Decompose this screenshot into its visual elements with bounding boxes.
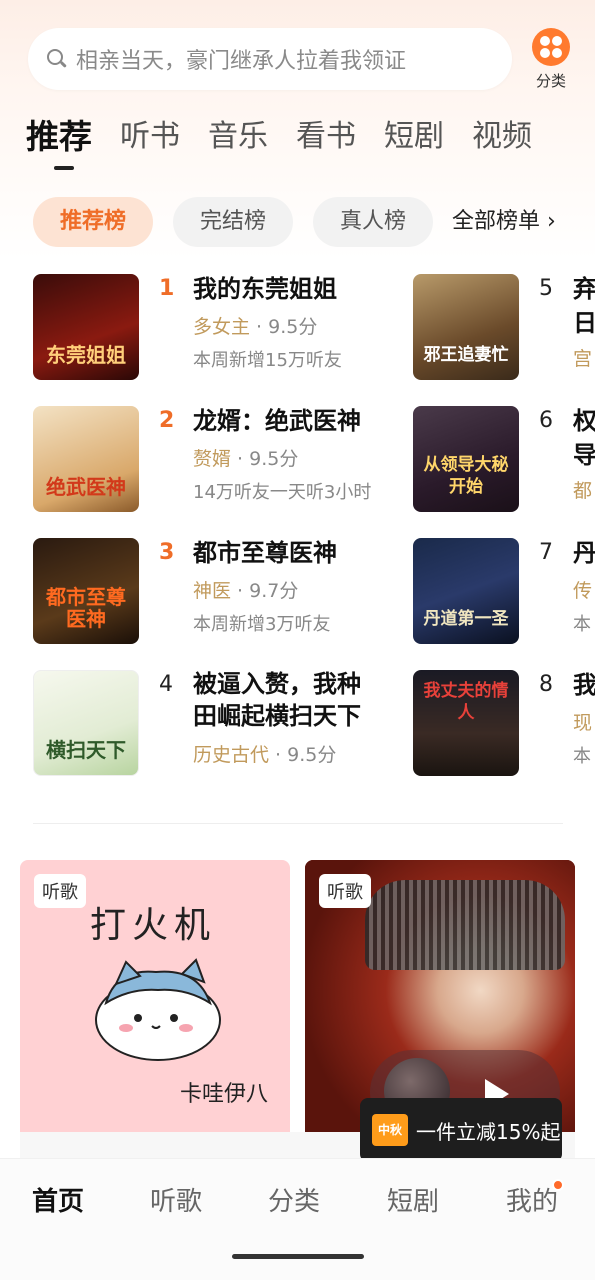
tab-music[interactable]: 音乐 [208,110,268,170]
card-tag: 听歌 [34,874,86,908]
rank-meta: 赘婿 · 9.5分 [193,448,299,470]
book-cover: 从领导大秘开始 [413,406,519,512]
chip-recommend-rank[interactable]: 推荐榜 [33,197,154,247]
promo-badge: 中秋 [372,1114,408,1146]
tab-recommend[interactable]: 推荐 [26,110,92,170]
promo-text: 一件立减15%起 [416,1120,561,1144]
card-author: 卡哇伊八 [179,1082,268,1107]
cartoon-cat-illustration [95,958,221,1061]
chip-completed-rank[interactable]: 完结榜 [173,197,294,247]
rank-meta: 都 [573,480,593,502]
rank-item[interactable]: 从领导大秘开始 6 权 导 都 [413,406,595,512]
rank-title: 丹 [573,539,595,567]
rank-number: 4 [159,672,173,697]
section-divider [33,823,563,824]
headdress-artwork [365,880,565,970]
search-icon [46,48,68,70]
bottom-nav: 首页 听歌 分类 短剧 我的 [0,1158,595,1280]
book-cover: 横扫天下 [33,670,139,776]
chip-real-voice-rank[interactable]: 真人榜 [313,197,434,247]
promo-tooltip[interactable]: 中秋 一件立减15%起 [360,1098,562,1170]
rank-number: 5 [539,276,553,301]
rank-item[interactable]: 绝武医神 2 龙婿：绝武医神 赘婿 · 9.5分 14万听友一天听3小时 [33,406,413,512]
all-rankings-link[interactable]: 全部榜单 › [452,197,556,247]
rank-number: 6 [539,408,553,433]
rank-meta: 现 [573,712,593,734]
card-tag: 听歌 [319,874,371,908]
book-cover: 邪王追妻忙 [413,274,519,380]
song-card[interactable]: 听歌 打火机 卡哇伊八 [20,860,290,1150]
rank-title: 我的东莞姐姐 [193,275,337,303]
nav-songs[interactable]: 听歌 [150,1181,202,1218]
tab-read[interactable]: 看书 [296,110,356,170]
rank-title-line2: 日 [573,309,595,337]
nav-home[interactable]: 首页 [32,1181,84,1218]
search-placeholder: 相亲当天，豪门继承人拉着我领证 [76,49,407,74]
book-cover: 东莞姐姐 [33,274,139,380]
rank-title: 弃 [573,275,595,303]
rank-item[interactable]: 横扫天下 4 被逼入赘，我种田崛起横扫天下 历史古代 · 9.5分 [33,670,413,776]
rank-title: 被逼入赘，我种田崛起横扫天下 [193,670,361,730]
rank-number: 3 [159,540,175,565]
book-cover: 丹道第一圣 [413,538,519,644]
tab-video[interactable]: 视频 [472,110,532,170]
nav-mine[interactable]: 我的 [506,1181,558,1218]
rank-subtitle: 14万听友一天听3小时 [193,482,372,503]
nav-short-drama[interactable]: 短剧 [387,1181,439,1218]
category-button[interactable]: 分类 [528,28,574,92]
book-cover: 我丈夫的情人 [413,670,519,776]
rank-item[interactable]: 都市至尊医神 3 都市至尊医神 神医 · 9.7分 本周新增3万听友 [33,538,413,644]
rank-title: 龙婿：绝武医神 [193,407,361,435]
rank-title: 我 [573,671,595,699]
tab-short-drama[interactable]: 短剧 [384,110,444,170]
rank-number: 2 [159,408,175,433]
rank-item[interactable]: 邪王追妻忙 5 弃 日 宫 [413,274,595,380]
rank-meta: 传 [573,580,593,602]
rank-title: 权 [573,407,595,435]
rank-subtitle: 本周新增3万听友 [193,614,331,635]
rank-subtitle: 本 [573,746,591,767]
tab-audiobook[interactable]: 听书 [120,110,180,170]
rank-subtitle: 本 [573,614,591,635]
rank-title-line2: 导 [573,441,595,469]
grid-icon [532,28,570,66]
rank-meta: 宫 [573,348,593,370]
rank-meta: 历史古代 · 9.5分 [193,744,337,766]
rank-item[interactable]: 东莞姐姐 1 我的东莞姐姐 多女主 · 9.5分 本周新增15万听友 [33,274,413,380]
rank-number: 1 [159,276,175,301]
rank-meta: 多女主 · 9.5分 [193,316,318,338]
rank-number: 7 [539,540,553,565]
rank-subtitle: 本周新增15万听友 [193,350,342,371]
card-title: 打火机 [90,905,217,946]
search-bar[interactable]: 相亲当天，豪门继承人拉着我领证 [28,28,512,90]
rank-item[interactable]: 丹道第一圣 7 丹 传 本 [413,538,595,644]
nav-category[interactable]: 分类 [268,1181,320,1218]
ranking-chips: 推荐榜 完结榜 真人榜 [33,197,453,247]
main-tab-bar: 推荐 听书 音乐 看书 短剧 视频 [26,110,560,170]
rank-number: 8 [539,672,553,697]
notification-dot [552,1179,564,1191]
rank-meta: 神医 · 9.7分 [193,580,299,602]
rank-title: 都市至尊医神 [193,539,337,567]
home-indicator [232,1254,364,1259]
rank-item[interactable]: 我丈夫的情人 8 我 现 本 [413,670,595,776]
book-cover: 都市至尊医神 [33,538,139,644]
book-cover: 绝武医神 [33,406,139,512]
category-label: 分类 [535,72,566,90]
